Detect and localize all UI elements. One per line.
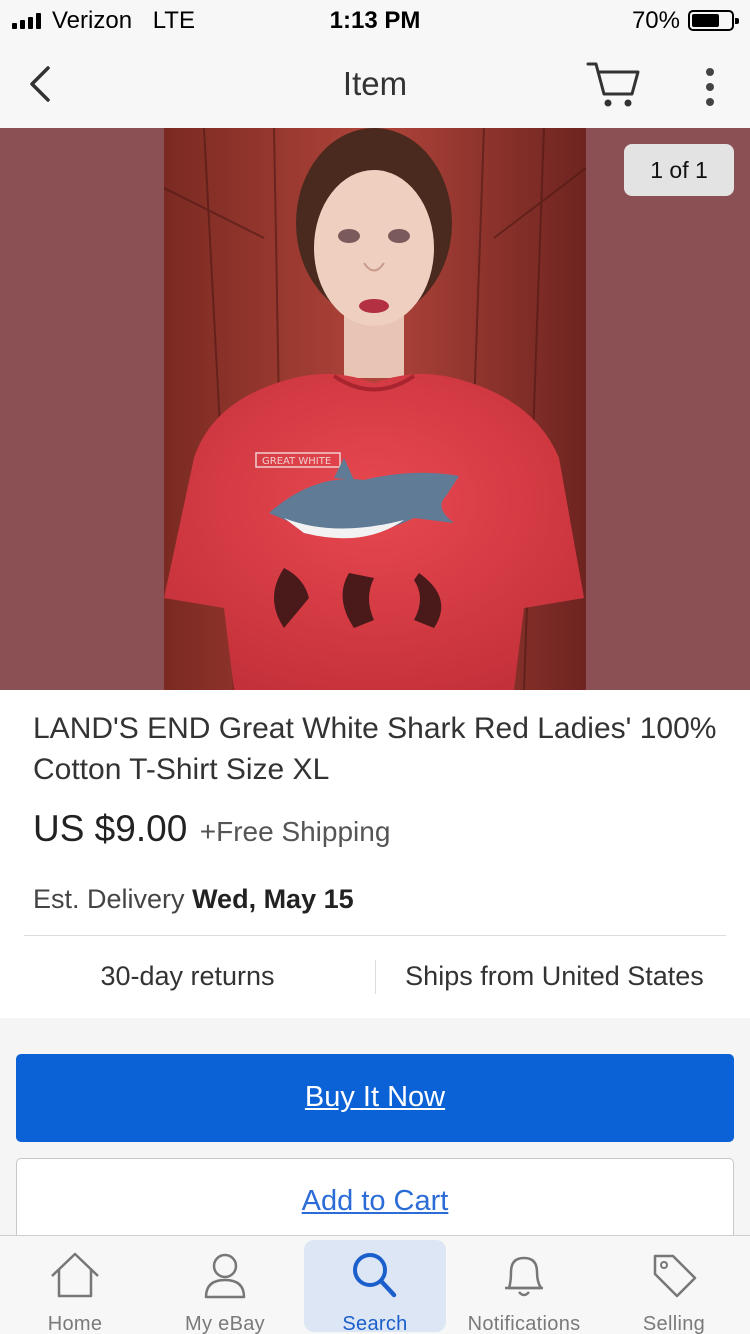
home-icon <box>51 1252 99 1298</box>
delivery-label: Est. Delivery <box>33 884 185 914</box>
tab-search[interactable]: Search <box>304 1240 446 1334</box>
tab-selling[interactable]: Selling <box>603 1240 745 1334</box>
status-bar: Verizon LTE 1:13 PM 70% <box>0 0 750 40</box>
buy-it-now-button[interactable]: Buy It Now <box>16 1054 734 1142</box>
item-price: US $9.00 <box>33 808 188 849</box>
item-title: LAND'S END Great White Shark Red Ladies'… <box>33 712 717 786</box>
delivery-date: Wed, May 15 <box>192 884 354 914</box>
shirt-text: GREAT WHITE <box>262 456 331 467</box>
tag-icon <box>653 1254 697 1298</box>
tab-label: Selling <box>642 1313 706 1334</box>
user-icon <box>204 1253 246 1299</box>
tab-label: My eBay <box>185 1313 265 1334</box>
shipping-info: +Free Shipping <box>199 816 391 847</box>
more-options-button[interactable] <box>690 62 730 112</box>
returns-info: 30-day returns <box>100 961 275 991</box>
battery-percent: 70% <box>631 7 680 34</box>
tab-label: Search <box>342 1313 408 1334</box>
tab-home[interactable]: Home <box>4 1240 146 1334</box>
cart-button[interactable] <box>584 58 644 112</box>
divider <box>24 935 726 936</box>
price-row: US $9.00 +Free Shipping <box>33 808 390 850</box>
product-photo[interactable]: GREAT WHITE <box>164 128 586 690</box>
cart-icon <box>586 62 640 107</box>
tab-notifications[interactable]: Notifications <box>453 1240 595 1334</box>
image-counter: 1 of 1 <box>624 144 734 196</box>
nav-bar: Item <box>0 40 750 128</box>
tab-label: Notifications <box>467 1313 581 1334</box>
bell-icon <box>505 1256 543 1297</box>
search-icon <box>353 1253 397 1298</box>
image-gallery[interactable]: GREAT WHITE 1 of 1 <box>0 128 750 690</box>
add-to-cart-button[interactable]: Add to Cart <box>16 1158 734 1246</box>
more-vertical-icon <box>706 68 714 106</box>
tab-bar: Home My eBay Search Notifications Sellin… <box>0 1235 750 1334</box>
tab-label: Home <box>47 1313 103 1334</box>
tab-my-ebay[interactable]: My eBay <box>154 1240 296 1334</box>
ships-from-info: Ships from United States <box>405 961 704 991</box>
estimated-delivery: Est. Delivery Wed, May 15 <box>33 884 354 915</box>
battery-icon <box>688 10 739 31</box>
